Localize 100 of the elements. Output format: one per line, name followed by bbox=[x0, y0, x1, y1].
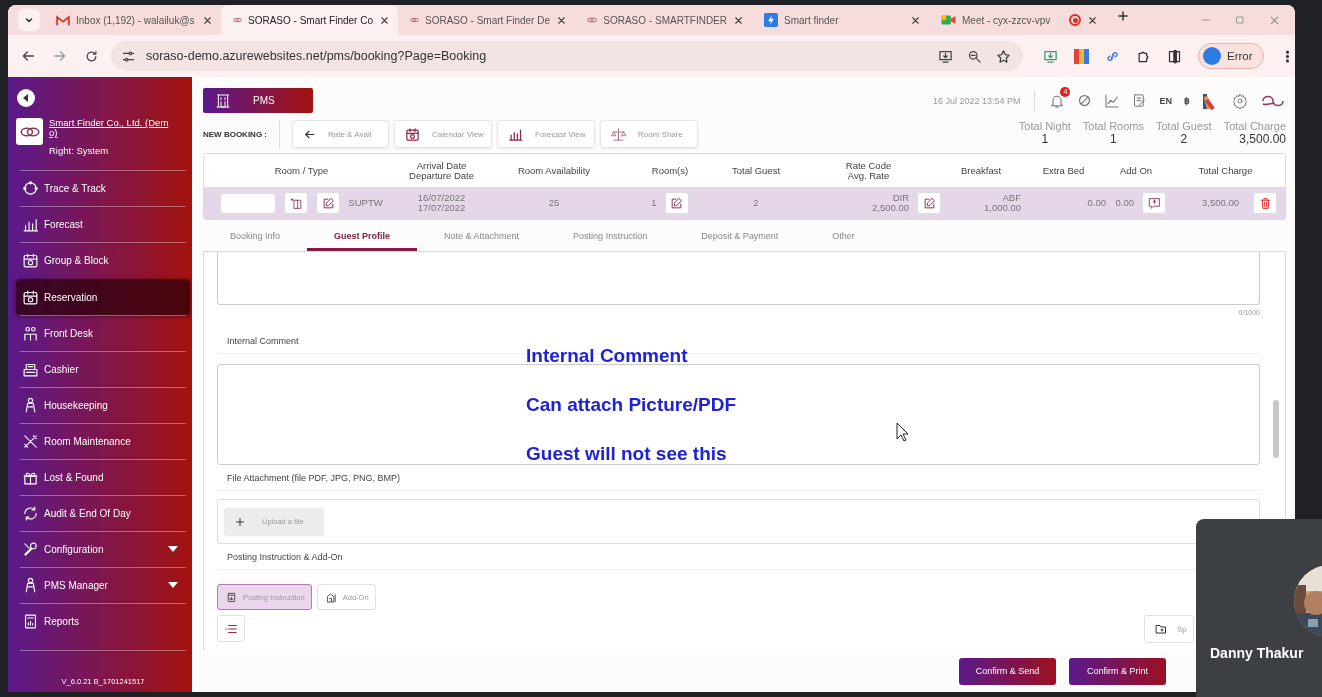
column-header: Room Availability bbox=[516, 165, 592, 176]
browser-tab[interactable]: Meet - cyx-zzcv-vpv bbox=[929, 5, 1106, 35]
close-icon[interactable] bbox=[1087, 14, 1098, 26]
menu-item[interactable]: Room Maintenance bbox=[20, 422, 186, 459]
ring-icon bbox=[22, 179, 39, 197]
module-button[interactable]: PMS bbox=[203, 88, 313, 113]
gauge-icon[interactable] bbox=[1077, 93, 1093, 108]
close-icon[interactable] bbox=[202, 14, 213, 26]
detail-tab[interactable]: Guest Profile bbox=[307, 220, 418, 251]
sidebar-icon[interactable] bbox=[1167, 48, 1182, 64]
menu-item[interactable]: Trace & Track bbox=[20, 169, 186, 206]
browser-tab[interactable]: SORASO - SMARTFINDER bbox=[575, 5, 752, 35]
language-label: EN bbox=[1159, 95, 1172, 106]
annotation-text: Internal Comment bbox=[526, 344, 689, 368]
people-icon bbox=[22, 324, 39, 342]
column-header: Add On bbox=[1118, 165, 1154, 176]
sync-icon bbox=[22, 504, 39, 522]
browser-tab[interactable]: Inbox (1,192) - walailuk@s bbox=[44, 5, 221, 35]
scrollbar-thumb[interactable] bbox=[1273, 400, 1279, 458]
detail-tab[interactable]: Deposit & Payment bbox=[674, 220, 806, 251]
edit-icon bbox=[321, 196, 335, 210]
table-cell: ABF 1,000.00 bbox=[984, 193, 1021, 213]
column-header: Room(s) bbox=[650, 165, 690, 176]
plus-icon[interactable] bbox=[1116, 9, 1130, 23]
menu-item[interactable]: Forecast bbox=[20, 205, 186, 242]
detail-tab[interactable]: Note & Attachment bbox=[417, 220, 547, 251]
install-icon[interactable] bbox=[938, 48, 953, 64]
close-icon[interactable] bbox=[910, 14, 921, 26]
user-right: Right: System bbox=[49, 144, 110, 156]
detail-tab[interactable]: Posting Instruction bbox=[546, 220, 675, 251]
menu-item[interactable]: Configuration bbox=[20, 530, 186, 567]
report-icon[interactable] bbox=[1132, 93, 1148, 108]
confirm-button[interactable]: Confirm & Print bbox=[1069, 657, 1166, 685]
table-cell: 3,500.00 bbox=[1202, 198, 1239, 208]
detail-tab[interactable]: Booking Info bbox=[203, 220, 308, 251]
line-chart-icon[interactable] bbox=[1104, 92, 1121, 109]
room-input[interactable] bbox=[220, 192, 277, 214]
menu-item[interactable]: Reports bbox=[20, 602, 186, 639]
close-icon[interactable] bbox=[556, 14, 567, 26]
menu-item[interactable]: Cashier bbox=[20, 350, 186, 387]
house-icon bbox=[325, 591, 337, 603]
caret-icon bbox=[22, 94, 30, 102]
table-cell: 0.00 bbox=[1115, 198, 1134, 208]
address-bar[interactable]: soraso-demo.azurewebsites.net/pms/booking?Page=Booking bbox=[111, 41, 1023, 71]
total-label: Total Rooms bbox=[1082, 120, 1144, 132]
column-header: Extra Bed bbox=[1041, 165, 1086, 176]
reload-icon[interactable] bbox=[84, 48, 99, 64]
cursor-icon bbox=[896, 422, 909, 442]
forward-icon[interactable] bbox=[52, 48, 68, 64]
settings-icon[interactable] bbox=[1232, 92, 1248, 109]
column-header: Total Charge bbox=[1197, 165, 1254, 176]
close-icon[interactable] bbox=[733, 14, 744, 26]
palette-icon[interactable] bbox=[1074, 48, 1089, 64]
comment-button[interactable] bbox=[1142, 192, 1166, 214]
menu-item[interactable]: Reservation bbox=[16, 278, 190, 315]
total-label: Total Guest bbox=[1156, 120, 1212, 132]
camera-icon bbox=[941, 14, 956, 26]
logo-icon bbox=[587, 15, 598, 25]
calendar-icon bbox=[22, 288, 39, 306]
copy-button[interactable] bbox=[284, 192, 309, 214]
table-cell: DIR 2,500.00 bbox=[872, 193, 909, 213]
comment-field[interactable] bbox=[217, 364, 1260, 465]
confirm-button[interactable]: Confirm & Send bbox=[959, 657, 1056, 685]
menu-item[interactable]: Audit & End Of Day bbox=[20, 494, 186, 531]
detail-tab[interactable]: Other bbox=[805, 220, 882, 251]
star-icon[interactable] bbox=[996, 48, 1011, 64]
edit-button[interactable] bbox=[316, 192, 341, 214]
currency-symbol: ฿ bbox=[1184, 95, 1190, 106]
menu-item[interactable]: Front Desk bbox=[20, 314, 186, 351]
menu-item[interactable]: PMS Manager bbox=[20, 566, 186, 603]
table-cell: 0.00 bbox=[1087, 198, 1106, 208]
profile-button[interactable]: Error bbox=[1198, 43, 1264, 69]
folder-icon bbox=[1155, 623, 1167, 635]
back-icon[interactable] bbox=[20, 48, 36, 64]
total-value: 1 bbox=[1041, 132, 1049, 146]
edit-icon bbox=[670, 196, 684, 210]
browser-tab[interactable]: SORASO - Smart Finder De bbox=[398, 5, 575, 35]
menu-item[interactable]: Lost & Found bbox=[20, 458, 186, 495]
menu-item[interactable]: Housekeeping bbox=[20, 386, 186, 423]
menu-item[interactable]: Group & Block bbox=[20, 241, 186, 278]
company-link[interactable]: Smart Finder Co., Ltd. (Demo) bbox=[49, 118, 171, 139]
tools-icon bbox=[22, 432, 39, 450]
tab-list-button[interactable] bbox=[18, 9, 40, 31]
close-icon[interactable] bbox=[379, 14, 390, 26]
annotation-text: Can attach Picture/PDF bbox=[526, 393, 737, 417]
collapse-button[interactable] bbox=[17, 89, 35, 107]
delete-button[interactable] bbox=[1253, 192, 1277, 214]
edit-button[interactable] bbox=[664, 192, 689, 214]
browser-tab[interactable]: SORASO - Smart Finder Co bbox=[221, 5, 398, 35]
calendar-icon bbox=[405, 126, 420, 142]
search-icon[interactable] bbox=[967, 48, 982, 64]
total-value: 3,500.00 bbox=[1239, 132, 1286, 146]
building-icon bbox=[215, 92, 231, 109]
list-button[interactable] bbox=[217, 615, 245, 642]
participant-name: Danny Thakur bbox=[1210, 645, 1304, 661]
column-header: Arrival Date Departure Date bbox=[408, 160, 475, 181]
tray-icon[interactable] bbox=[1043, 48, 1058, 64]
edit-button[interactable] bbox=[917, 192, 941, 214]
report-icon bbox=[22, 612, 39, 630]
browser-tab[interactable]: Smart finder bbox=[752, 5, 929, 35]
